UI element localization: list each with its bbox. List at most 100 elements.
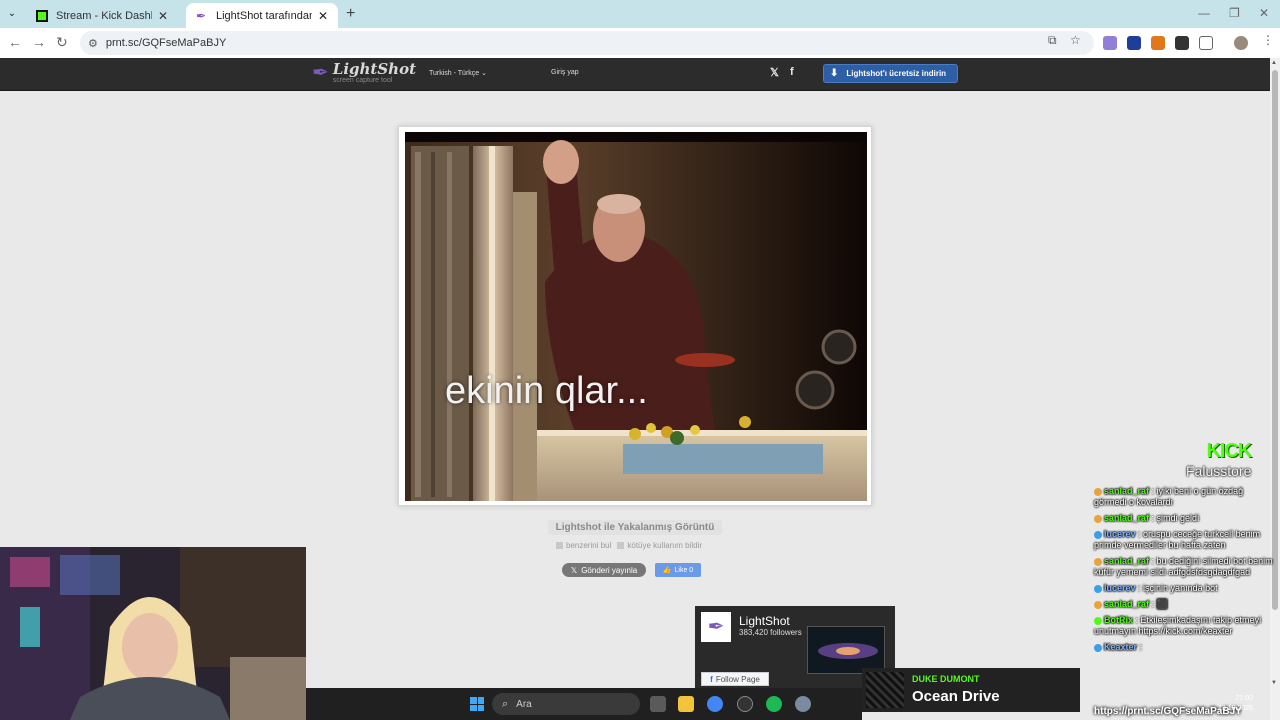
chat-text: : ⬛ xyxy=(1151,599,1168,609)
extensions-puzzle-icon[interactable] xyxy=(1199,36,1213,50)
bookmark-star-icon[interactable]: ☆ xyxy=(1070,33,1081,47)
chrome-icon[interactable] xyxy=(707,696,723,712)
facebook-icon: f xyxy=(710,674,713,684)
spotify-icon[interactable] xyxy=(766,696,782,712)
file-explorer-icon[interactable] xyxy=(678,696,694,712)
chat-message: Keaxter : xyxy=(1094,642,1276,653)
tab-lightshot[interactable]: ✒ LightShot tarafından Ekran Görüntüsü ✕ xyxy=(186,3,338,28)
windows-start-icon[interactable] xyxy=(470,697,484,711)
chat-username: BotRix xyxy=(1104,615,1133,625)
close-tab-icon[interactable]: ✕ xyxy=(318,9,328,23)
taskbar-clock[interactable]: 21:00 13.10.2025 xyxy=(1218,694,1253,714)
language-label: Turkish - Türkçe xyxy=(429,70,480,77)
fb-follow-label: Follow Page xyxy=(715,674,760,684)
site-settings-icon[interactable]: ⚙ xyxy=(88,37,98,50)
thumbs-up-icon: 👍 xyxy=(662,567,672,574)
browser-toolbar: ← → ↻ ⚙ prnt.sc/GQFseMaPaBJY ⧉ ☆ ⋮ xyxy=(0,28,1280,58)
extension-icon[interactable] xyxy=(1103,36,1117,50)
back-arrow-icon[interactable]: ← xyxy=(8,34,22,50)
browser-menu-icon[interactable]: ⋮ xyxy=(1262,33,1274,47)
screenshot-picture xyxy=(405,132,867,501)
kick-handle: Falusstore xyxy=(1186,463,1252,479)
badge-icon xyxy=(1094,600,1102,609)
chat-username: sanlad_raf xyxy=(1104,599,1150,609)
now-playing-artist: DUKE DUMONT xyxy=(912,674,980,684)
metamask-extension-icon[interactable] xyxy=(1151,36,1165,50)
logo-tagline: screen capture tool xyxy=(332,77,393,84)
scroll-up-icon[interactable]: ▲ xyxy=(1271,60,1277,66)
lightshot-header: ✒ LightShot screen capture tool Turkish … xyxy=(0,58,1270,91)
screenshot-image[interactable]: ekinin qlar... xyxy=(405,132,867,501)
close-tab-icon[interactable]: ✕ xyxy=(158,9,168,23)
minimize-window-button[interactable]: — xyxy=(1198,6,1210,20)
tweet-button[interactable]: 𝕏 Gönderi yayınla xyxy=(562,563,646,577)
tab-title: Stream - Kick Dashboard xyxy=(56,9,152,22)
feather-icon: ✒ xyxy=(312,62,329,84)
profile-avatar[interactable] xyxy=(1234,36,1248,50)
extension-icon[interactable] xyxy=(1175,36,1189,50)
download-icon: ⬇ xyxy=(830,68,839,79)
x-logo-icon: 𝕏 xyxy=(570,565,578,575)
restore-window-button[interactable]: ❐ xyxy=(1229,6,1240,20)
tab-search-menu-button[interactable]: ⌄ xyxy=(4,6,20,22)
streamer-webcam xyxy=(0,547,306,720)
screenshot-title: Lightshot ile Yakalanmış Görüntü xyxy=(548,520,722,535)
now-playing-widget: DUKE DUMONT Ocean Drive xyxy=(862,668,1080,712)
chat-username: Keaxter xyxy=(1104,642,1138,652)
fb-follower-count: 383,420 followers xyxy=(739,628,802,637)
badge-icon xyxy=(1094,487,1102,496)
reload-icon[interactable]: ↻ xyxy=(56,34,68,51)
task-view-icon[interactable] xyxy=(650,696,666,712)
badge-icon xyxy=(1094,514,1102,523)
chat-message: sanlad_raf : bu dediğini silmedi bot ben… xyxy=(1094,556,1276,578)
fb-cover-image xyxy=(807,626,885,674)
forward-arrow-icon[interactable]: → xyxy=(32,34,46,50)
facebook-icon[interactable]: f xyxy=(790,66,794,78)
now-playing-track: Ocean Drive xyxy=(912,688,1000,705)
new-tab-button[interactable]: + xyxy=(346,5,355,23)
chat-text: : işçinin yanında bot xyxy=(1138,583,1218,593)
download-button[interactable]: ⬇ Lightshot'ı ücretsiz indirin xyxy=(823,64,958,83)
lightshot-logo[interactable]: ✒ LightShot screen capture tool xyxy=(312,62,416,85)
badge-icon xyxy=(1094,643,1102,652)
twitter-icon[interactable]: 𝕏 xyxy=(770,66,779,79)
taskbar-search-placeholder: Ara xyxy=(516,698,532,710)
address-bar[interactable]: ⚙ prnt.sc/GQFseMaPaBJY xyxy=(80,31,1094,55)
like-label: Like 0 xyxy=(674,566,694,574)
language-select[interactable]: Turkish - Türkçe ⌄ xyxy=(429,69,487,77)
tab-title: LightShot tarafından Ekran Görüntüsü xyxy=(216,9,312,22)
report-abuse-label: kötüye kullanım bildir xyxy=(627,541,703,550)
screenshot-frame: ekinin qlar... xyxy=(398,126,872,506)
scroll-down-icon[interactable]: ▼ xyxy=(1271,680,1277,686)
badge-icon xyxy=(1094,530,1102,539)
screenshot-actions: benzerini bul kötüye kullanım bildir xyxy=(556,541,702,550)
chat-message: sanlad_raf : iyiki beni o gün özdağ görm… xyxy=(1094,486,1276,508)
chat-message: BotRix : Etkileşimkadaşını takip etmeyi … xyxy=(1094,615,1276,637)
address-url[interactable]: prnt.sc/GQFseMaPaBJY xyxy=(106,37,226,49)
logo-brand: LightShot xyxy=(332,60,417,78)
extension-icon[interactable] xyxy=(1127,36,1141,50)
settings-gear-icon[interactable] xyxy=(795,696,811,712)
taskbar-search[interactable]: ⌕ Ara xyxy=(492,693,640,715)
close-window-button[interactable]: ✕ xyxy=(1259,6,1269,20)
album-art xyxy=(866,672,904,708)
badge-icon xyxy=(1094,557,1102,566)
report-abuse-link[interactable]: kötüye kullanım bildir xyxy=(617,541,702,550)
login-link[interactable]: Giriş yap xyxy=(551,69,579,76)
obs-icon[interactable] xyxy=(737,696,753,712)
lightshot-favicon-icon: ✒ xyxy=(196,8,207,23)
stream-chat: sanlad_raf : iyiki beni o gün özdağ görm… xyxy=(1094,486,1276,658)
tab-kick-dashboard[interactable]: Stream - Kick Dashboard ✕ xyxy=(26,3,178,28)
find-similar-link[interactable]: benzerini bul xyxy=(556,541,611,550)
install-app-icon[interactable]: ⧉ xyxy=(1048,33,1057,48)
kick-logo: KICK xyxy=(1206,440,1252,462)
chat-message: sanlad_raf : şimdi geldi xyxy=(1094,513,1276,524)
fb-page-name[interactable]: LightShot xyxy=(739,614,790,628)
facebook-like-button[interactable]: 👍 Like 0 xyxy=(655,563,701,577)
fb-follow-button[interactable]: f Follow Page xyxy=(701,672,769,686)
chat-username: lucerev xyxy=(1104,583,1136,593)
lightshot-feather-logo-icon: ✒ xyxy=(701,612,731,642)
badge-icon xyxy=(1094,584,1102,593)
chat-message: lucerev : oruspu ceceğe turkcell benim p… xyxy=(1094,529,1276,551)
image-icon xyxy=(556,542,563,550)
